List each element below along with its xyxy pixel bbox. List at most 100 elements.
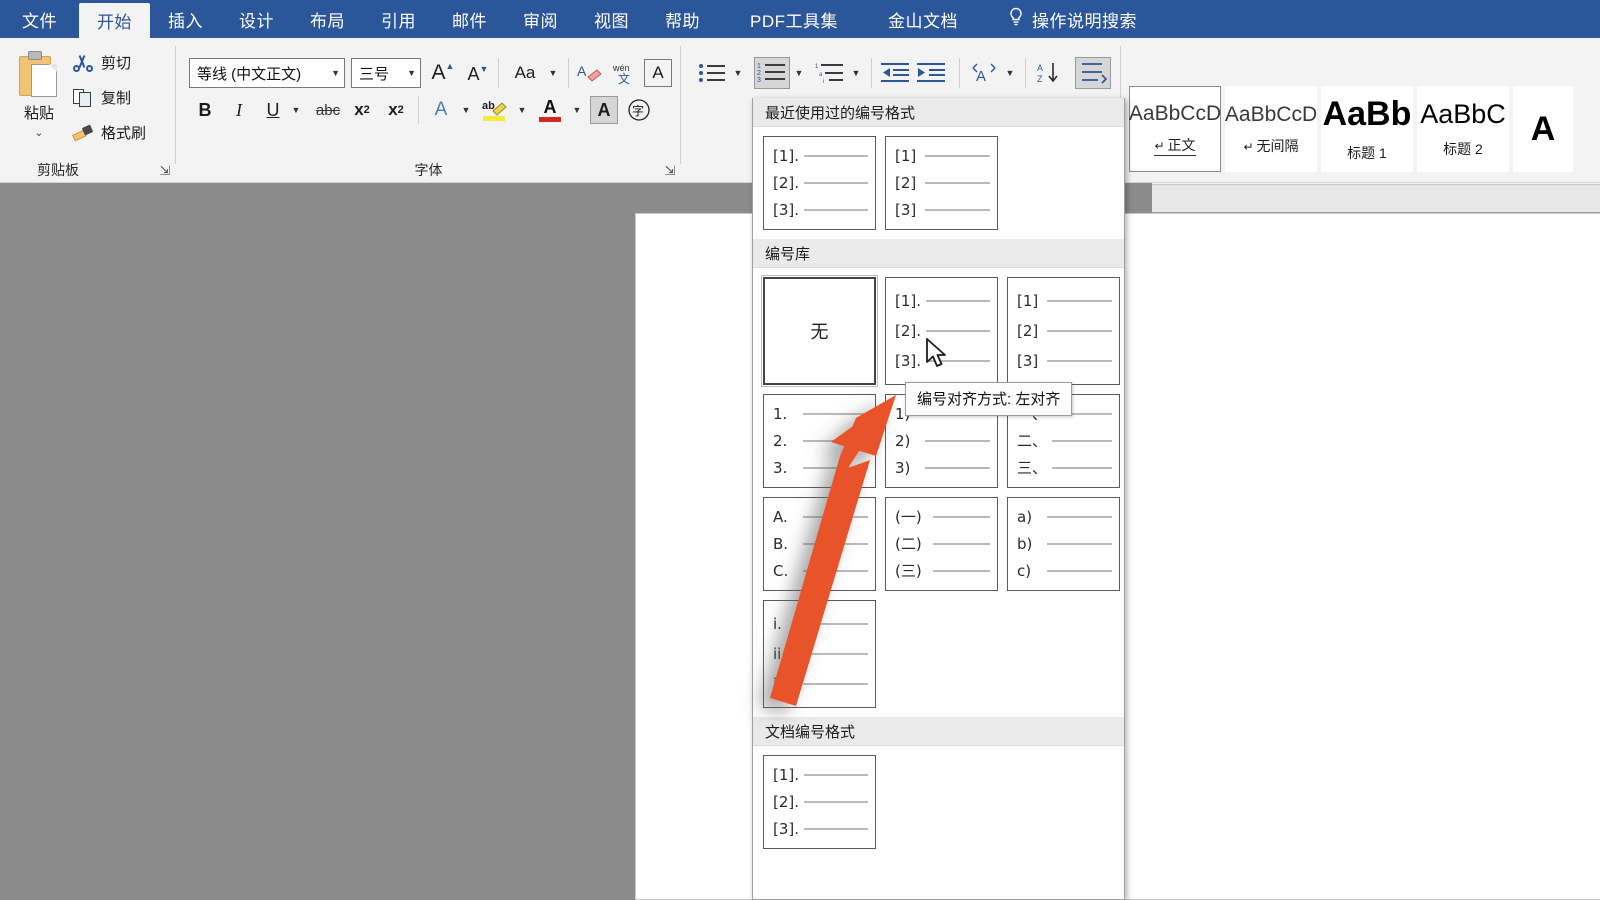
numbering-item-label: (三) bbox=[895, 561, 922, 580]
rule-line bbox=[804, 801, 868, 803]
numbering-chevron-down-icon[interactable]: ▼ bbox=[792, 66, 806, 80]
underline-chevron-down-icon[interactable]: ▼ bbox=[289, 103, 303, 117]
numbering-cell[interactable]: (一) (二) (三) bbox=[885, 497, 998, 591]
strikethrough-button[interactable]: abc bbox=[312, 98, 344, 122]
character-shading-button[interactable]: A bbox=[590, 96, 618, 124]
highlight-chevron-down-icon[interactable]: ▼ bbox=[515, 103, 529, 117]
copy-button[interactable]: 复制 bbox=[72, 87, 131, 108]
sort-button[interactable]: A Z bbox=[1033, 58, 1067, 88]
numbering-cell[interactable]: [1] [2] [3] bbox=[885, 136, 998, 230]
highlight-button[interactable]: ab bbox=[479, 94, 511, 126]
clipboard-dialog-launcher[interactable]: ⇲ bbox=[158, 164, 172, 178]
rule-line bbox=[933, 516, 990, 518]
numbering-cell[interactable]: a) b) c) bbox=[1007, 497, 1120, 591]
rule-line bbox=[803, 543, 868, 545]
superscript-button[interactable]: x2 bbox=[382, 96, 410, 124]
numbering-cell[interactable]: i. ii. iii. bbox=[763, 600, 876, 708]
phonetic-guide-button[interactable]: wén 文 bbox=[608, 58, 640, 88]
tab-references[interactable]: 引用 bbox=[363, 0, 434, 38]
numbering-item-label: [2]. bbox=[895, 321, 922, 340]
show-formatting-marks-button[interactable] bbox=[1075, 57, 1111, 89]
font-color-chevron-down-icon[interactable]: ▼ bbox=[570, 103, 584, 117]
bold-button[interactable]: B bbox=[191, 96, 219, 124]
numbering-cell[interactable]: A. B. C. bbox=[763, 497, 876, 591]
mouse-cursor-icon bbox=[926, 338, 946, 367]
tab-design[interactable]: 设计 bbox=[221, 0, 292, 38]
character-border-button[interactable]: A bbox=[644, 59, 672, 87]
format-painter-button[interactable]: 格式刷 bbox=[72, 122, 146, 143]
numbering-item-label: [3]. bbox=[773, 200, 800, 219]
tab-help[interactable]: 帮助 bbox=[647, 0, 718, 38]
tab-file[interactable]: 文件 bbox=[0, 0, 79, 38]
chevron-down-icon: ▼ bbox=[407, 68, 416, 78]
shrink-font-label: A bbox=[467, 63, 480, 84]
underline-button[interactable]: U bbox=[259, 96, 287, 124]
change-case-chevron-down-icon[interactable]: ▼ bbox=[546, 66, 560, 80]
numbering-button[interactable]: 1 2 3 bbox=[754, 57, 790, 89]
font-size-combobox[interactable]: 三号 ▼ bbox=[351, 58, 421, 88]
bullets-chevron-down-icon[interactable]: ▼ bbox=[731, 66, 745, 80]
tab-pdf-tools[interactable]: PDF工具集 bbox=[732, 0, 856, 38]
style-next-partial[interactable]: A bbox=[1513, 86, 1573, 172]
tab-mailings[interactable]: 邮件 bbox=[434, 0, 505, 38]
tab-kingsoft-docs[interactable]: 金山文档 bbox=[870, 0, 976, 38]
font-dialog-launcher[interactable]: ⇲ bbox=[663, 164, 677, 178]
highlighter-icon: ab bbox=[482, 100, 507, 121]
tab-tell-me-search[interactable]: 操作说明搜索 bbox=[990, 0, 1155, 38]
style-preview: AaBbCcD bbox=[1128, 102, 1222, 125]
style-normal[interactable]: AaBbCcD ↵ 正文 bbox=[1129, 86, 1221, 172]
numbering-item-label: 3. bbox=[773, 458, 788, 477]
multilevel-list-button[interactable]: 1 a i bbox=[813, 58, 847, 88]
tab-layout[interactable]: 布局 bbox=[292, 0, 363, 38]
text-effects-button[interactable]: A bbox=[426, 96, 456, 124]
subscript-button[interactable]: x2 bbox=[348, 96, 376, 124]
numbering-item-label: [1] bbox=[895, 146, 917, 165]
font-color-button[interactable]: A bbox=[534, 93, 566, 127]
cut-button[interactable]: 剪切 bbox=[72, 52, 131, 73]
font-name-combobox[interactable]: 等线 (中文正文) ▼ bbox=[189, 58, 345, 88]
grow-font-button[interactable]: A ▲ bbox=[428, 59, 458, 87]
tab-insert[interactable]: 插入 bbox=[150, 0, 221, 38]
style-heading-1[interactable]: AaBb 标题 1 bbox=[1321, 86, 1413, 172]
rule-line bbox=[926, 330, 990, 332]
multilevel-chevron-down-icon[interactable]: ▼ bbox=[849, 66, 863, 80]
rule-line bbox=[804, 774, 868, 776]
gallery-document-formats: [1]. [2]. [3]. bbox=[753, 746, 1124, 858]
italic-button[interactable]: I bbox=[225, 96, 253, 124]
enclose-character-button[interactable]: 字 bbox=[624, 96, 654, 124]
numbering-cell[interactable]: 1. 2. 3. bbox=[763, 394, 876, 488]
numbering-item-label: [3] bbox=[895, 200, 917, 219]
numbering-dropdown-gallery[interactable]: 最近使用过的编号格式 [1]. [2]. [3]. [1] [2] [3] 编号… bbox=[752, 98, 1125, 900]
svg-text:文: 文 bbox=[618, 71, 630, 86]
numbering-item-label: 1. bbox=[773, 404, 788, 423]
chinese-layout-button[interactable]: A bbox=[967, 58, 1001, 88]
horizontal-ruler[interactable] bbox=[1152, 184, 1600, 213]
paste-button[interactable]: 粘贴 ⌄ bbox=[8, 46, 70, 154]
numbering-cell[interactable]: [1]. [2]. [3]. bbox=[763, 136, 876, 230]
style-heading-2[interactable]: AaBbC 标题 2 bbox=[1417, 86, 1509, 172]
clear-formatting-button[interactable]: A bbox=[574, 58, 604, 88]
scissors-icon bbox=[72, 53, 94, 73]
numbering-cell[interactable]: [1]. [2]. [3]. bbox=[763, 755, 876, 849]
numbering-cell[interactable]: [1] [2] [3] bbox=[1007, 277, 1120, 385]
numbering-item-label: i. bbox=[773, 614, 782, 633]
bullets-button[interactable] bbox=[695, 58, 729, 88]
text-effects-chevron-down-icon[interactable]: ▼ bbox=[459, 103, 473, 117]
text-effects-label: A bbox=[434, 99, 448, 120]
rule-line bbox=[803, 413, 868, 415]
increase-indent-button[interactable] bbox=[915, 58, 949, 88]
decrease-indent-button[interactable] bbox=[879, 58, 913, 88]
section-header-library: 编号库 bbox=[753, 239, 1124, 268]
tab-review[interactable]: 审阅 bbox=[505, 0, 576, 38]
paste-chevron-down-icon[interactable]: ⌄ bbox=[34, 126, 43, 139]
shrink-font-button[interactable]: A ▼ bbox=[464, 60, 492, 88]
numbering-item-label: 2) bbox=[895, 431, 911, 450]
chinese-layout-chevron-down-icon[interactable]: ▼ bbox=[1003, 66, 1017, 80]
group-clipboard: 粘贴 ⌄ 剪切 复制 格式刷 剪贴板 ⇲ bbox=[0, 38, 176, 183]
style-no-spacing[interactable]: AaBbCcD ↵ 无间隔 bbox=[1225, 86, 1317, 172]
tab-view[interactable]: 视图 bbox=[576, 0, 647, 38]
tab-home[interactable]: 开始 bbox=[79, 3, 150, 38]
change-case-button[interactable]: Aa bbox=[506, 60, 544, 86]
numbering-cell-none[interactable]: 无 bbox=[761, 275, 878, 387]
group-font: 等线 (中文正文) ▼ 三号 ▼ A ▲ A ▼ Aa ▼ A wén 文 A … bbox=[176, 38, 681, 183]
